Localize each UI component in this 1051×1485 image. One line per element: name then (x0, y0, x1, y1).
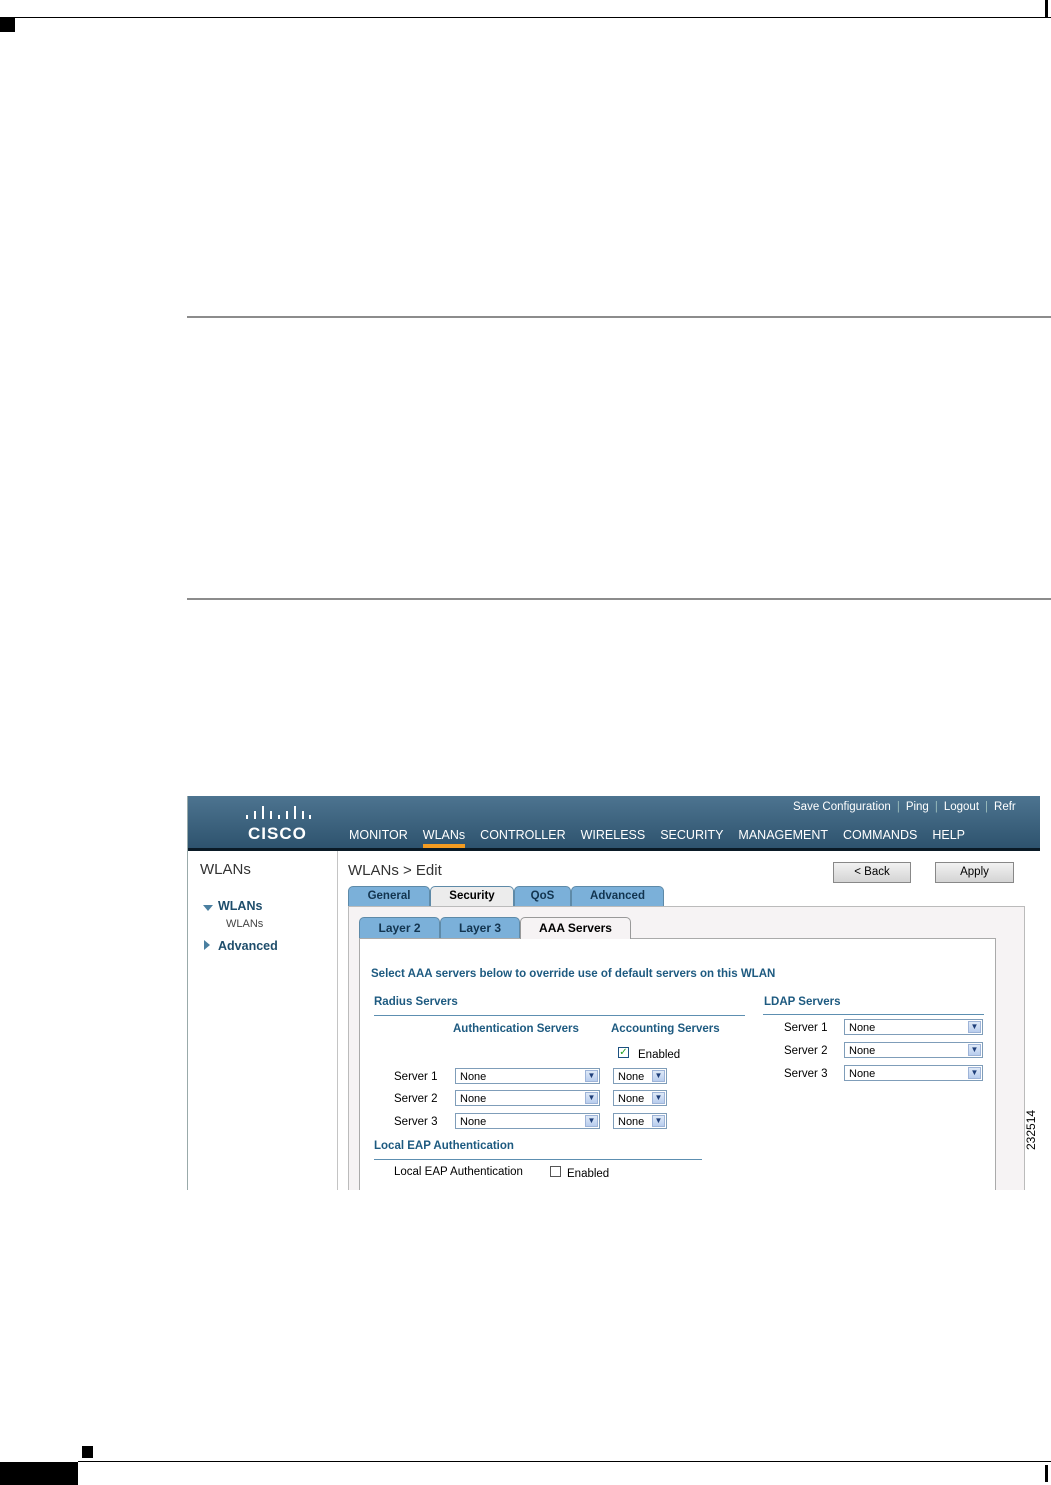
bottom-rule (78, 1461, 1051, 1462)
chevron-down-icon: ▼ (968, 1021, 981, 1033)
authentication-servers-header: Authentication Servers (453, 1023, 579, 1035)
ldap-server3-label: Server 3 (784, 1068, 828, 1080)
local-eap-label: Local EAP Authentication (394, 1166, 523, 1178)
save-configuration-link[interactable]: Save Configuration (793, 801, 891, 813)
subtab-layer2[interactable]: Layer 2 (359, 917, 440, 938)
radius-servers-heading: Radius Servers (374, 996, 458, 1008)
nav-help[interactable]: HELP (932, 828, 965, 842)
local-eap-enabled-label: Enabled (567, 1168, 610, 1180)
corner-mark (82, 1446, 93, 1458)
nav-wireless[interactable]: WIRELESS (581, 828, 646, 842)
nav-wlans[interactable]: WLANs (422, 828, 466, 848)
chevron-down-icon: ▼ (652, 1115, 665, 1127)
back-button[interactable]: < Back (833, 862, 911, 883)
nav-commands[interactable]: COMMANDS (843, 828, 917, 842)
chevron-down-icon: ▼ (652, 1070, 665, 1082)
ldap-servers-heading: LDAP Servers (764, 996, 841, 1008)
corner-mark (0, 18, 15, 32)
local-eap-heading: Local EAP Authentication (374, 1140, 514, 1152)
ldap-server1-label: Server 1 (784, 1022, 828, 1034)
triangle-down-icon[interactable] (203, 905, 213, 911)
main-content: WLANs > Edit < Back Apply General Securi… (338, 851, 1040, 1190)
tab-qos[interactable]: QoS (514, 886, 571, 906)
sidebar-item-advanced[interactable]: Advanced (218, 939, 278, 953)
radius-divider (374, 1015, 745, 1016)
ldap-server1-select[interactable]: None ▼ (844, 1019, 983, 1035)
acct-server2-select[interactable]: None ▼ (613, 1090, 667, 1106)
section-rule (187, 598, 1051, 600)
auth-server3-select[interactable]: None ▼ (455, 1113, 600, 1129)
nav-controller[interactable]: CONTROLLER (480, 828, 565, 842)
local-eap-divider (374, 1159, 702, 1160)
auth-server1-select[interactable]: None ▼ (455, 1068, 600, 1084)
chevron-down-icon: ▼ (968, 1044, 981, 1056)
ldap-server2-select[interactable]: None ▼ (844, 1042, 983, 1058)
accounting-enabled-checkbox[interactable]: ✓ (618, 1047, 629, 1058)
chevron-down-icon: ▼ (585, 1092, 598, 1104)
page-title: WLANs > Edit (348, 862, 442, 879)
sidebar-item-wlans[interactable]: WLANs (218, 899, 262, 913)
corner-mark (1045, 1465, 1048, 1482)
tab-security[interactable]: Security (430, 886, 514, 907)
radius-server2-label: Server 2 (394, 1093, 438, 1105)
main-nav: MONITOR WLANs CONTROLLER WIRELESS SECURITY MA… (349, 828, 980, 848)
radius-server1-label: Server 1 (394, 1071, 438, 1083)
ping-link[interactable]: Ping (906, 801, 929, 813)
sidebar-title: WLANs (200, 861, 251, 878)
section-rule (187, 316, 1051, 318)
sidebar: WLANs WLANs WLANs Advanced (188, 851, 338, 1190)
apply-button[interactable]: Apply (935, 862, 1014, 883)
cisco-logo-bars-icon (246, 805, 311, 819)
tab-general[interactable]: General (348, 886, 430, 906)
ldap-server2-label: Server 2 (784, 1045, 828, 1057)
local-eap-enabled-checkbox[interactable] (550, 1166, 561, 1177)
accounting-enabled-label: Enabled (638, 1049, 681, 1061)
instruction-text: Select AAA servers below to override use… (371, 968, 776, 980)
chevron-down-icon: ▼ (652, 1092, 665, 1104)
chevron-down-icon: ▼ (968, 1067, 981, 1079)
chevron-down-icon: ▼ (585, 1070, 598, 1082)
ldap-divider (763, 1014, 984, 1015)
cisco-logo: CISCO (248, 824, 307, 843)
refresh-link[interactable]: Refr (994, 801, 1016, 813)
nav-management[interactable]: MANAGEMENT (738, 828, 828, 842)
nav-security[interactable]: SECURITY (660, 828, 723, 842)
triangle-right-icon[interactable] (204, 940, 210, 950)
nav-monitor[interactable]: MONITOR (349, 828, 408, 842)
ldap-server3-select[interactable]: None ▼ (844, 1065, 983, 1081)
acct-server1-select[interactable]: None ▼ (613, 1068, 667, 1084)
subtab-aaa-servers[interactable]: AAA Servers (520, 917, 631, 939)
subtab-layer3[interactable]: Layer 3 (440, 917, 520, 938)
tab-advanced[interactable]: Advanced (571, 886, 664, 906)
top-links: Save Configuration | Ping | Logout | Refr (793, 801, 1016, 813)
acct-server3-select[interactable]: None ▼ (613, 1113, 667, 1129)
radius-server3-label: Server 3 (394, 1116, 438, 1128)
chevron-down-icon: ▼ (585, 1115, 598, 1127)
page-tab-mark (0, 1462, 78, 1485)
top-rule (0, 17, 1051, 18)
figure-id: 232514 (1024, 1109, 1038, 1150)
accounting-servers-header: Accounting Servers (611, 1023, 720, 1035)
corner-mark (1045, 0, 1048, 18)
auth-server2-select[interactable]: None ▼ (455, 1090, 600, 1106)
wlc-screenshot: CISCO Save Configuration | Ping | Logout | Ref… (187, 796, 1040, 1190)
logout-link[interactable]: Logout (944, 801, 979, 813)
sidebar-subitem-wlans[interactable]: WLANs (226, 918, 263, 930)
